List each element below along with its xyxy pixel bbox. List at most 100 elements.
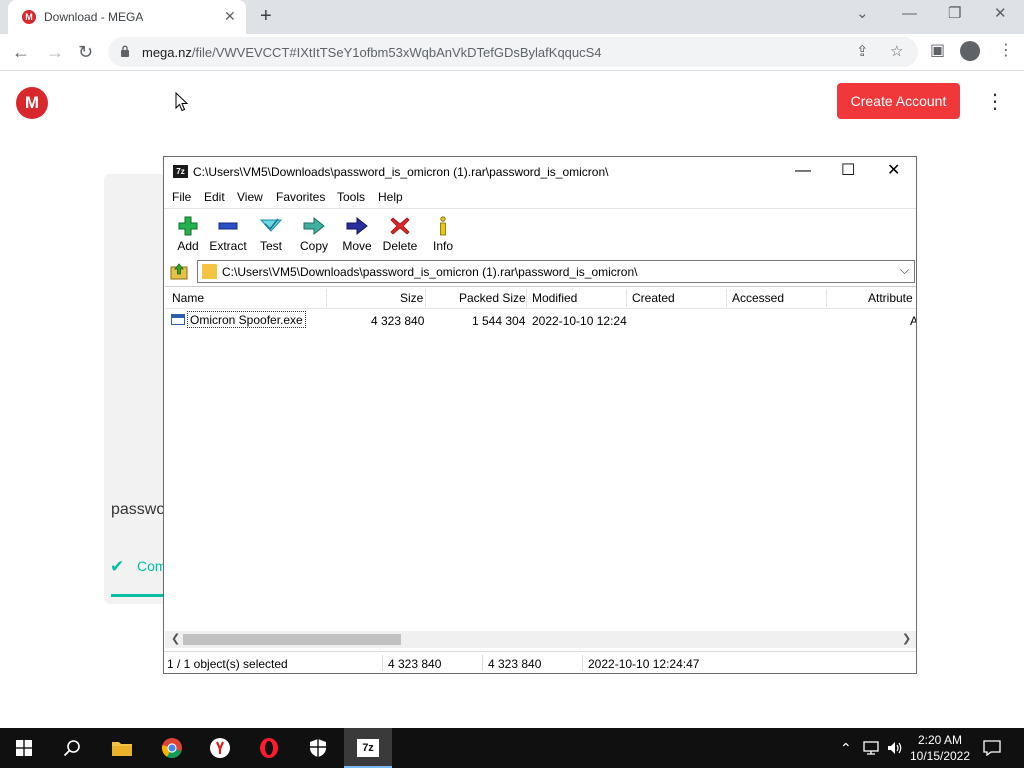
address-bar[interactable]: mega.nz/file/VWVEVCCT#IXtItTSeY1ofbm53xW… [108,37,918,67]
back-button[interactable]: ← [12,41,30,63]
opera-taskbar-button[interactable] [245,728,293,768]
add-icon [178,216,198,236]
clock-time: 2:20 AM [917,733,963,747]
download-progress-bar [111,594,166,597]
column-divider[interactable] [526,289,527,307]
status-modified: 2022-10-10 12:24:47 [588,657,700,671]
browser-tab-mega[interactable]: M Download - MEGA ✕ [8,0,246,34]
sevenzip-toolbar: Add Extract Test Copy Move Delete Info [164,208,916,256]
folder-icon [202,264,217,279]
file-list: Name Size Packed Size Modified Created A… [165,286,916,632]
zip-close-button[interactable]: ✕ [887,163,900,179]
yandex-taskbar-button[interactable] [196,728,244,768]
column-divider[interactable] [626,289,627,307]
status-selection: 1 / 1 object(s) selected [167,657,288,671]
network-icon[interactable] [862,740,880,756]
column-size[interactable]: Size [400,291,423,305]
column-divider[interactable] [726,289,727,307]
window-minimize-button[interactable]: — [902,4,917,24]
sevenzip-window: 7z C:\Users\VM5\Downloads\password_is_om… [163,156,917,674]
scroll-right-icon[interactable]: ❯ [902,632,911,645]
test-icon [259,218,283,232]
bookmark-star-icon[interactable]: ☆ [890,44,903,60]
sevenzip-app-icon: 7z [173,165,188,178]
folder-icon [112,742,132,756]
column-name[interactable]: Name [172,291,204,305]
clock-date: 10/15/2022 [909,749,971,763]
test-button[interactable]: Test [247,213,295,255]
extract-button[interactable]: Extract [204,213,252,255]
browser-toolbar: ← → ↻ mega.nz/file/VWVEVCCT#IXtItTSeY1of… [0,34,1024,71]
scrollbar-thumb[interactable] [183,634,401,645]
delete-button[interactable]: Delete [376,213,424,255]
chevron-down-icon[interactable]: ⌵ [900,263,909,278]
browser-menu-icon[interactable]: ⋮ [998,42,1014,60]
windows-start-icon[interactable] [16,740,32,756]
volume-icon[interactable] [886,740,904,756]
horizontal-scrollbar[interactable]: ❮ ❯ [165,631,916,648]
profile-avatar-icon[interactable] [960,41,980,61]
url-text: mega.nz/file/VWVEVCCT#IXtItTSeY1ofbm53xW… [142,45,602,60]
column-modified[interactable]: Modified [532,291,577,305]
chrome-taskbar-button[interactable] [148,728,196,768]
sevenzip-icon: 7z [357,739,379,757]
file-explorer-taskbar-button[interactable] [97,728,145,768]
zip-maximize-button[interactable]: ☐ [841,163,855,179]
menu-tools[interactable]: Tools [337,190,365,204]
column-attributes[interactable]: Attribute [868,291,913,305]
tab-title: Download - MEGA [44,10,144,24]
menu-help[interactable]: Help [378,190,403,204]
file-modified-cell: 2022-10-10 12:24 [532,314,627,328]
search-icon[interactable] [63,739,81,757]
address-row: C:\Users\VM5\Downloads\password_is_omicr… [164,259,916,284]
exe-file-icon [171,314,185,325]
window-title: C:\Users\VM5\Downloads\password_is_omicr… [193,165,609,179]
table-row[interactable]: Omicron Spoofer.exe 4 323 840 1 544 304 … [165,311,916,329]
side-panel-icon[interactable]: ▣ [930,42,945,60]
chrome-icon [162,738,182,759]
sevenzip-titlebar[interactable]: 7z C:\Users\VM5\Downloads\password_is_om… [164,157,916,187]
column-packed-size[interactable]: Packed Size [459,291,526,305]
menu-view[interactable]: View [237,190,263,204]
reload-button[interactable]: ↻ [78,41,93,63]
mega-menu-icon[interactable]: ⋮ [985,90,1005,114]
file-name-cell[interactable]: Omicron Spoofer.exe [187,311,306,328]
tab-close-icon[interactable]: ✕ [224,8,236,24]
forward-button[interactable]: → [46,41,64,63]
column-divider[interactable] [326,289,327,307]
new-tab-button[interactable]: + [260,5,272,27]
sevenzip-taskbar-button[interactable]: 7z [344,728,392,768]
menu-edit[interactable]: Edit [204,190,225,204]
tab-search-icon[interactable]: ⌄ [856,4,869,24]
taskbar-clock[interactable]: 2:20 AM 10/15/2022 [904,732,976,764]
column-accessed[interactable]: Accessed [732,291,784,305]
column-divider[interactable] [826,289,827,307]
scroll-left-icon[interactable]: ❮ [171,632,180,645]
info-button[interactable]: Info [419,213,467,255]
copy-button[interactable]: Copy [290,213,338,255]
mega-file-name: passwo [111,501,166,518]
tray-chevron-up-icon[interactable]: ⌃ [840,740,852,756]
notification-icon[interactable] [983,740,1001,756]
check-icon: ✔ [110,557,125,576]
create-account-button[interactable]: Create Account [837,83,960,119]
menu-bar: File Edit View Favorites Tools Help [164,187,916,207]
mega-logo[interactable]: M [16,87,48,119]
menu-file[interactable]: File [172,190,191,204]
status-divider [582,655,583,671]
security-taskbar-button[interactable] [294,728,342,768]
share-icon[interactable]: ⇪ [856,44,869,60]
folder-up-icon[interactable] [170,262,188,280]
window-close-button[interactable]: ✕ [994,4,1007,24]
window-restore-button[interactable]: ❐ [948,4,961,24]
path-combobox[interactable]: C:\Users\VM5\Downloads\password_is_omicr… [197,260,915,283]
menu-favorites[interactable]: Favorites [276,190,325,204]
move-button[interactable]: Move [333,213,381,255]
zip-minimize-button[interactable]: — [795,163,811,179]
move-icon [346,216,368,236]
extract-icon [218,222,238,230]
file-packed-cell: 1 544 304 [472,314,526,328]
status-divider [482,655,483,671]
column-divider[interactable] [425,289,426,307]
column-created[interactable]: Created [632,291,675,305]
